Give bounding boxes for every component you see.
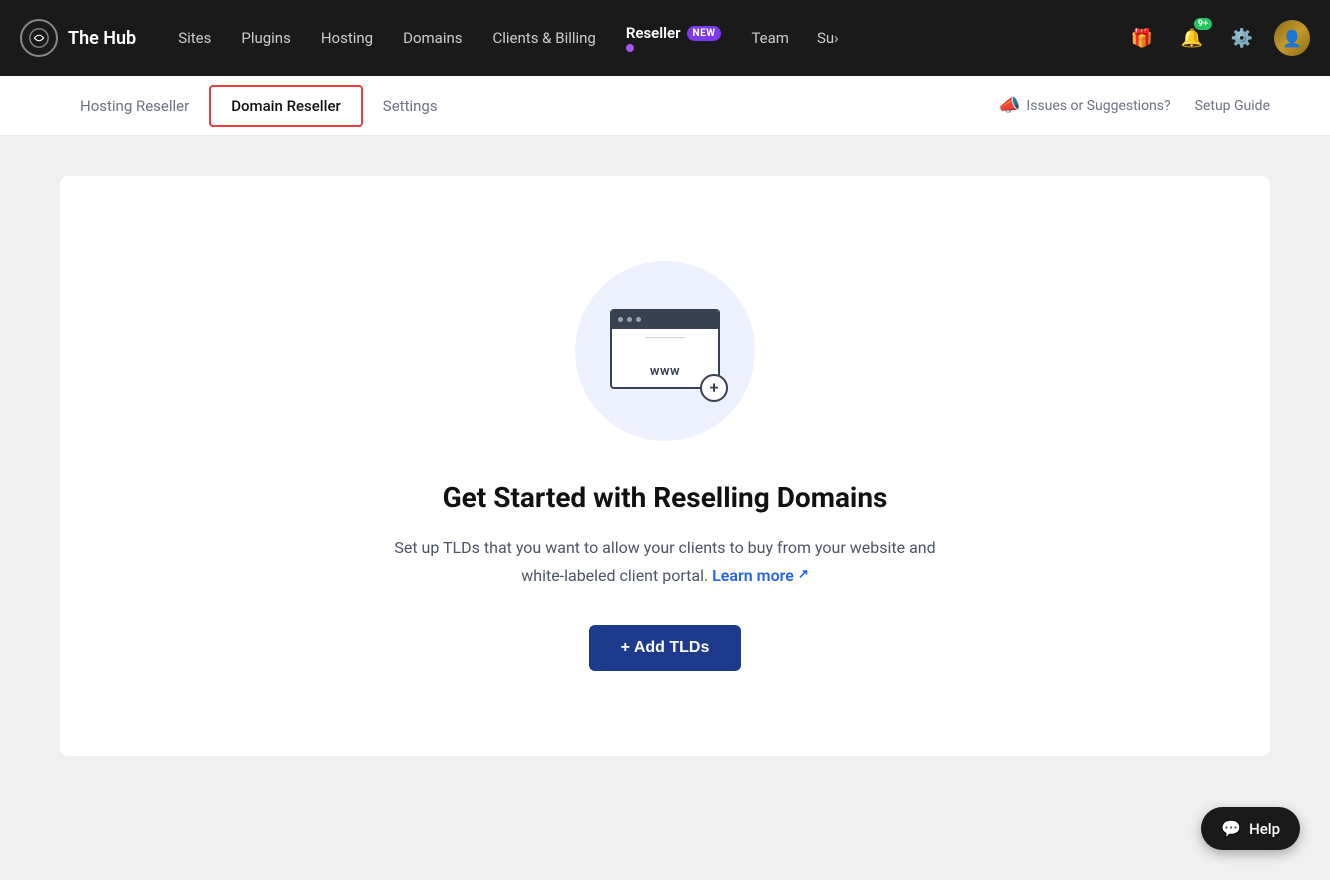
avatar[interactable]: 👤	[1274, 20, 1310, 56]
tab-hosting-reseller[interactable]: Hosting Reseller	[60, 87, 209, 125]
nav-item-hosting[interactable]: Hosting	[309, 21, 385, 55]
avatar-image: 👤	[1274, 20, 1310, 56]
nav-item-domains[interactable]: Domains	[391, 21, 474, 55]
notifications-icon[interactable]: 🔔 9+	[1174, 20, 1210, 56]
navbar-actions: 🎁 🔔 9+ ⚙️ 👤	[1124, 20, 1310, 56]
main-description: Set up TLDs that you want to allow your …	[394, 534, 935, 588]
nav-item-plugins[interactable]: Plugins	[229, 21, 302, 55]
megaphone-icon: 📣	[998, 95, 1020, 116]
gift-icon[interactable]: 🎁	[1124, 20, 1160, 56]
nav-item-reseller[interactable]: Reseller NEW	[614, 16, 734, 60]
plus-circle-icon: +	[700, 374, 728, 402]
nav-more[interactable]: Su›	[807, 21, 849, 55]
domain-icon-circle: www +	[575, 261, 755, 441]
setup-guide-link[interactable]: Setup Guide	[1195, 98, 1270, 114]
sub-nav-right: 📣 Issues or Suggestions? Setup Guide	[998, 95, 1270, 116]
issues-suggestions-link[interactable]: 📣 Issues or Suggestions?	[998, 95, 1171, 116]
sub-nav-left: Hosting Reseller Domain Reseller Setting…	[60, 85, 998, 127]
browser-bar	[612, 311, 718, 329]
nav-item-sites[interactable]: Sites	[166, 21, 223, 55]
external-link-icon: ↗	[798, 564, 809, 586]
add-tlds-button[interactable]: + Add TLDs	[589, 625, 742, 671]
nav-item-clients-billing[interactable]: Clients & Billing	[481, 21, 608, 55]
main-content: www + Get Started with Reselling Domains…	[0, 136, 1330, 796]
brand-logo	[20, 19, 58, 57]
domain-browser-icon: www +	[610, 309, 720, 394]
notif-count: 9+	[1194, 18, 1212, 30]
new-badge: NEW	[687, 26, 722, 41]
sub-nav: Hosting Reseller Domain Reseller Setting…	[0, 76, 1330, 136]
tab-settings[interactable]: Settings	[363, 87, 458, 125]
nav-items: Sites Plugins Hosting Domains Clients & …	[166, 16, 1124, 60]
reseller-dot	[626, 44, 634, 52]
learn-more-link[interactable]: Learn more ↗	[712, 562, 809, 589]
browser-www-text: www	[620, 342, 710, 389]
content-card: www + Get Started with Reselling Domains…	[60, 176, 1270, 756]
main-heading: Get Started with Reselling Domains	[443, 481, 888, 514]
brand-name: The Hub	[68, 28, 136, 49]
tab-domain-reseller[interactable]: Domain Reseller	[209, 85, 363, 127]
settings-icon[interactable]: ⚙️	[1224, 20, 1260, 56]
help-button[interactable]: 💬 Help	[1201, 807, 1300, 850]
nav-item-team[interactable]: Team	[739, 21, 801, 55]
brand[interactable]: The Hub	[20, 19, 136, 57]
help-bubble-icon: 💬	[1221, 819, 1241, 838]
navbar: The Hub Sites Plugins Hosting Domains Cl…	[0, 0, 1330, 76]
